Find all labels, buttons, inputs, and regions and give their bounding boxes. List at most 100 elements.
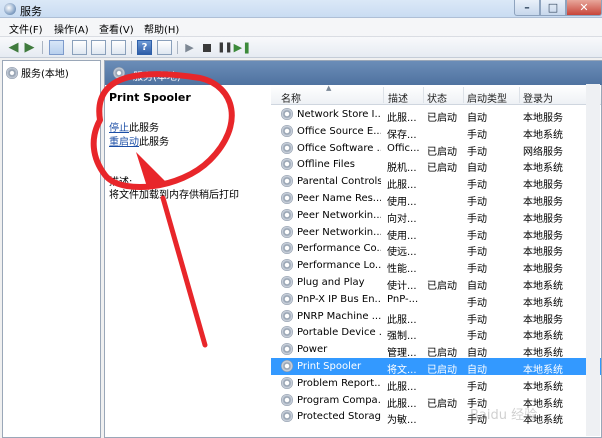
service-description-cell: 性能... [387,264,417,276]
service-description-cell: Offic... [387,142,420,154]
service-startup-cell: 自动 [467,163,487,175]
service-status-cell: 已启动 [427,146,457,158]
column-startup-type[interactable]: 启动类型 [467,90,507,105]
gear-icon [281,158,293,171]
gear-icon [281,309,293,322]
table-row[interactable]: Protected Storage 为敏... 手动 本地系统 [271,408,601,427]
pause-service-icon[interactable]: ❚❚ [217,40,233,55]
service-logon-cell: 本地系统 [523,163,563,175]
table-row[interactable]: Parental Controls 此服... 手动 本地服务 [271,173,601,192]
gear-icon [281,242,293,255]
service-description-cell: 此服... [387,314,417,326]
table-row[interactable]: Performance Co... 使远... 手动 本地服务 [271,240,601,259]
restart-service-icon[interactable]: ▶❚ [234,40,252,55]
service-name-cell: Program Compa... [297,394,381,406]
column-log-on-as[interactable]: 登录为 [523,90,553,105]
services-app-icon [4,3,16,15]
table-row[interactable]: Office Source E... 保存... 手动 本地系统 [271,123,601,141]
service-description-cell: 强制... [387,331,417,343]
gear-icon [281,393,293,406]
service-name-cell: Print Spooler [297,361,362,372]
service-startup-cell: 手动 [467,146,487,158]
forward-arrow-icon[interactable]: ▶ [22,40,37,55]
table-row[interactable]: Offline Files 脱机... 已启动 自动 本地系统 [271,156,601,175]
column-divider[interactable] [519,87,520,103]
list-header: ▲ 名称 描述 状态 启动类型 登录为 [271,84,601,105]
table-row[interactable]: PNRP Machine ... 此服... 手动 本地服务 [271,308,601,326]
console-tree-icon[interactable] [49,40,64,55]
service-logon-cell: 本地服务 [523,197,563,208]
column-divider[interactable] [463,87,464,103]
restart-service-suffix: 此服务 [139,137,169,148]
menu-help[interactable]: 帮助(H) [144,21,179,36]
service-startup-cell: 手动 [467,264,487,276]
column-description[interactable]: 描述 [388,90,408,105]
service-name-cell: Performance Lo... [297,260,381,272]
service-name-cell: Peer Name Res... [297,193,381,204]
service-name-cell: Office Source E... [297,125,381,137]
column-divider[interactable] [383,87,384,103]
service-logon-cell: 本地系统 [523,281,563,292]
table-row[interactable]: Problem Report... 此服... 手动 本地系统 [271,375,601,393]
service-logon-cell: 网络服务 [523,146,563,158]
gear-icon [281,259,293,272]
table-row[interactable]: Print Spooler 将文... 已启动 自动 本地系统 [271,358,601,376]
service-logon-cell: 本地服务 [523,247,563,259]
close-button[interactable]: ✕ [566,0,602,16]
properties-icon[interactable] [72,40,87,55]
menu-action[interactable]: 操作(A) [54,21,89,36]
table-row[interactable]: PnP-X IP Bus En... PnP-... 手动 本地系统 [271,291,601,309]
restart-service-link[interactable]: 重启动 [109,137,139,148]
pane-title: 服务(本地) [133,72,181,83]
service-startup-cell: 自动 [467,281,487,292]
maximize-icon: □ [547,1,559,14]
service-logon-cell: 本地服务 [523,314,563,326]
service-name-cell: PnP-X IP Bus En... [297,293,381,305]
start-service-icon[interactable]: ▶ [182,40,197,55]
column-name[interactable]: 名称 [281,90,301,105]
service-status-cell: 已启动 [427,281,457,292]
pane-header: 服务(本地) [105,61,602,85]
selected-service-name: Print Spooler [109,91,191,104]
tree-item-services-local[interactable]: 服务(本地) [6,65,69,80]
column-divider[interactable] [423,87,424,103]
menu-file[interactable]: 文件(F) [9,21,43,36]
refresh-icon[interactable] [91,40,106,55]
table-row[interactable]: Power 管理... 已启动 自动 本地系统 [271,341,601,360]
service-detail: Print Spooler 停止此服务 重启动此服务 描述: 将文件加载到内存供… [109,89,267,435]
table-row[interactable]: Peer Name Res... 使用... 手动 本地服务 [271,190,601,208]
description-text: 将文件加载到内存供稍后打印 [109,190,239,201]
service-logon-cell: 本地系统 [523,365,563,376]
table-row[interactable]: Plug and Play 使计... 已启动 自动 本地系统 [271,274,601,292]
service-logon-cell: 本地系统 [523,297,563,309]
table-row[interactable]: Peer Networkin... 使用... 手动 本地服务 [271,224,601,242]
table-row[interactable]: Program Compa... 此服... 已启动 手动 本地系统 [271,392,601,410]
maximize-button[interactable]: □ [540,0,566,16]
export-list-icon[interactable] [111,40,126,55]
service-description-cell: 使用... [387,230,417,242]
gear-icon [281,192,293,204]
show-pane-icon[interactable] [157,40,172,55]
table-row[interactable]: Network Store I... 此服... 已启动 自动 本地服务 [271,106,601,124]
menu-view[interactable]: 查看(V) [99,21,134,36]
gear-icon [281,376,293,389]
services-pane: 服务(本地) Print Spooler 停止此服务 重启动此服务 描述: 将文… [104,60,602,438]
stop-service-icon[interactable] [199,40,214,55]
service-startup-cell: 自动 [467,348,487,360]
service-description-cell: 为敏... [387,415,417,427]
gear-icon [281,141,293,154]
service-description-cell: 此服... [387,180,417,192]
table-row[interactable]: Performance Lo... 性能... 手动 本地服务 [271,257,601,276]
table-row[interactable]: Office Software ... Offic... 已启动 手动 网络服务 [271,140,601,158]
minimize-button[interactable]: – [514,0,540,16]
list-scrollbar[interactable] [586,84,600,436]
column-status[interactable]: 状态 [427,90,447,105]
service-startup-cell: 手动 [467,331,487,343]
back-arrow-icon[interactable]: ◀ [6,40,21,55]
service-name-cell: Office Software ... [297,142,381,154]
services-list: ▲ 名称 描述 状态 启动类型 登录为 Network Store I... 此服… [271,84,601,437]
toolbar-separator [42,41,43,54]
table-row[interactable]: Peer Networkin... 向对... 手动 本地服务 [271,207,601,225]
table-row[interactable]: Portable Device ... 强制... 手动 本地系统 [271,324,601,343]
help-icon[interactable]: ? [137,40,152,55]
